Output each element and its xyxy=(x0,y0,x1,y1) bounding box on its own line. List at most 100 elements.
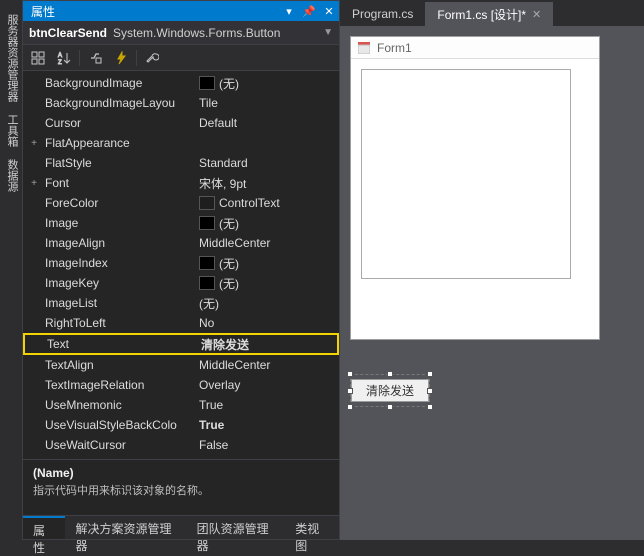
resize-handle-nw[interactable] xyxy=(347,371,353,377)
object-selector[interactable]: btnClearSend System.Windows.Forms.Button… xyxy=(23,21,339,45)
color-swatch xyxy=(199,216,215,230)
panel-tab[interactable]: 解决方案资源管理器 xyxy=(65,516,186,539)
property-value-text: ControlText xyxy=(219,196,280,210)
property-value[interactable]: True xyxy=(199,418,339,432)
expand-icon[interactable]: + xyxy=(27,178,41,189)
categorized-icon[interactable] xyxy=(27,48,49,68)
property-row[interactable]: UseWaitCursorFalse xyxy=(23,435,339,455)
expand-icon[interactable]: + xyxy=(27,138,41,149)
property-value[interactable]: 清除发送 xyxy=(201,336,337,353)
close-icon[interactable]: ✕ xyxy=(532,8,541,21)
property-value-text: Default xyxy=(199,116,237,130)
property-row[interactable]: RightToLeftNo xyxy=(23,313,339,333)
property-value-text: (无) xyxy=(219,255,239,272)
svg-text:Z: Z xyxy=(58,60,62,65)
chevron-down-icon[interactable]: ▼ xyxy=(323,27,333,38)
property-name: BackgroundImageLayou xyxy=(41,96,199,110)
resize-handle-n[interactable] xyxy=(387,371,393,377)
property-name: FlatAppearance xyxy=(41,136,199,150)
property-value-text: (无) xyxy=(219,275,239,292)
panel-title: 属性 xyxy=(31,3,55,20)
property-value[interactable]: (无) xyxy=(199,255,339,272)
help-description: 指示代码中用来标识该对象的名称。 xyxy=(33,482,329,498)
property-value-text: 宋体, 9pt xyxy=(199,175,246,192)
property-value[interactable]: (无) xyxy=(199,215,339,232)
property-name: ForeColor xyxy=(41,196,199,210)
wrench-icon[interactable] xyxy=(141,48,163,68)
document-tab[interactable]: Form1.cs [设计]*✕ xyxy=(425,2,553,26)
form-body[interactable] xyxy=(351,59,599,339)
property-row[interactable]: TextAlignMiddleCenter xyxy=(23,355,339,375)
property-row[interactable]: UseVisualStyleBackColoTrue xyxy=(23,415,339,435)
properties-toolbar: AZ xyxy=(23,45,339,71)
property-row[interactable]: TextImageRelationOverlay xyxy=(23,375,339,395)
document-tab[interactable]: Program.cs xyxy=(340,2,425,26)
property-row[interactable]: ImageKey(无) xyxy=(23,273,339,293)
resize-handle-e[interactable] xyxy=(427,388,433,394)
property-row[interactable]: ImageIndex (无) xyxy=(23,253,339,273)
property-name: BackgroundImage xyxy=(41,76,199,90)
property-row[interactable]: CursorDefault xyxy=(23,113,339,133)
property-row[interactable]: FlatStyleStandard xyxy=(23,153,339,173)
alphabetical-icon[interactable]: AZ xyxy=(53,48,75,68)
property-value[interactable]: 宋体, 9pt xyxy=(199,175,339,192)
property-name: FlatStyle xyxy=(41,156,199,170)
property-row[interactable]: BackgroundImage(无) xyxy=(23,73,339,93)
dropdown-icon[interactable]: ▾ xyxy=(279,5,299,18)
property-value-text: False xyxy=(199,438,228,452)
property-value-text: No xyxy=(199,316,214,330)
document-tab-label: Program.cs xyxy=(352,7,413,21)
property-value[interactable]: ControlText xyxy=(199,196,339,210)
panel-tab[interactable]: 类视图 xyxy=(285,516,339,539)
properties-panel: 属性 ▾ 📌 ✕ btnClearSend System.Windows.For… xyxy=(22,0,340,540)
document-tabs: Program.cs Form1.cs [设计]*✕ xyxy=(340,0,644,26)
property-value[interactable]: Tile xyxy=(199,96,339,110)
pin-icon[interactable]: 📌 xyxy=(299,5,319,18)
property-value[interactable]: (无) xyxy=(199,275,339,292)
property-grid[interactable]: BackgroundImage(无)BackgroundImageLayouTi… xyxy=(23,71,339,459)
property-row[interactable]: ImageList(无) xyxy=(23,293,339,313)
property-value[interactable]: False xyxy=(199,438,339,452)
property-row[interactable]: ImageAlignMiddleCenter xyxy=(23,233,339,253)
property-value[interactable]: MiddleCenter xyxy=(199,358,339,372)
help-title: (Name) xyxy=(33,466,329,480)
property-row[interactable]: +FlatAppearance xyxy=(23,133,339,153)
property-row[interactable]: Image(无) xyxy=(23,213,339,233)
property-value[interactable]: True xyxy=(199,398,339,412)
side-tab-server-explorer[interactable]: 服务器资源管理器 xyxy=(0,8,22,108)
resize-handle-se[interactable] xyxy=(427,404,433,410)
resize-handle-w[interactable] xyxy=(347,388,353,394)
panel-control[interactable] xyxy=(361,69,571,279)
events-icon[interactable] xyxy=(110,48,132,68)
property-row[interactable]: UseMnemonicTrue xyxy=(23,395,339,415)
design-surface[interactable]: Form1 清除发送 xyxy=(340,26,644,540)
side-tab-datasources[interactable]: 数据源 xyxy=(0,153,22,198)
selection-outline[interactable]: 清除发送 xyxy=(350,374,430,407)
panel-tab[interactable]: 属性 xyxy=(23,516,65,539)
property-name: Font xyxy=(41,176,199,190)
property-value[interactable]: Overlay xyxy=(199,378,339,392)
properties-icon[interactable] xyxy=(84,48,106,68)
panel-bottom-tabs: 属性解决方案资源管理器团队资源管理器类视图 xyxy=(23,515,339,539)
property-row[interactable]: Text清除发送 xyxy=(23,333,339,355)
property-name: Image xyxy=(41,216,199,230)
form-window[interactable]: Form1 xyxy=(350,36,600,340)
side-tab-toolbox[interactable]: 工具箱 xyxy=(0,108,22,153)
property-value[interactable]: MiddleCenter xyxy=(199,236,339,250)
close-icon[interactable]: ✕ xyxy=(319,5,339,18)
resize-handle-sw[interactable] xyxy=(347,404,353,410)
property-row[interactable]: +Font宋体, 9pt xyxy=(23,173,339,193)
resize-handle-ne[interactable] xyxy=(427,371,433,377)
property-value[interactable]: (无) xyxy=(199,295,339,312)
property-value[interactable]: Default xyxy=(199,116,339,130)
property-row[interactable]: ForeColor ControlText xyxy=(23,193,339,213)
property-name: Text xyxy=(43,337,201,351)
property-value[interactable]: Standard xyxy=(199,156,339,170)
property-name: ImageIndex xyxy=(41,256,199,270)
panel-tab[interactable]: 团队资源管理器 xyxy=(187,516,286,539)
resize-handle-s[interactable] xyxy=(387,404,393,410)
btnclearsend-control[interactable]: 清除发送 xyxy=(351,379,429,402)
property-value[interactable]: (无) xyxy=(199,75,339,92)
property-value[interactable]: No xyxy=(199,316,339,330)
property-row[interactable]: BackgroundImageLayouTile xyxy=(23,93,339,113)
